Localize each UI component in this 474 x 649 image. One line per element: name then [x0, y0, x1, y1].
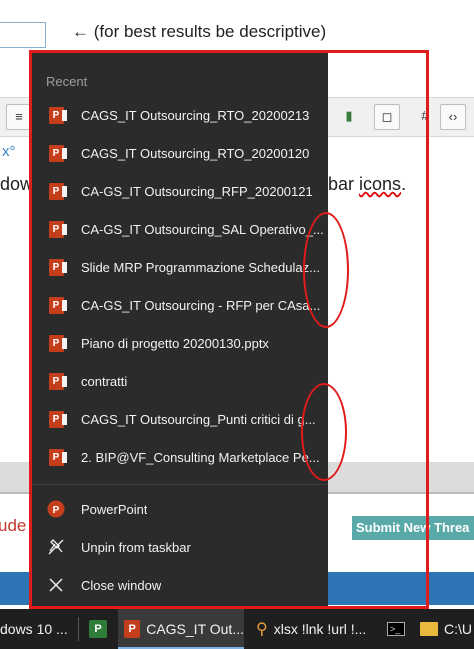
taskbar-separator — [78, 617, 79, 641]
annotation-rectangle — [29, 50, 429, 609]
annotation-ellipse — [301, 383, 347, 481]
cmd-icon: >_ — [387, 622, 405, 636]
search-icon: ⚲ — [256, 621, 268, 638]
taskbar-item-search[interactable]: ⚲ xlsx !lnk !url !... — [252, 609, 378, 649]
code-icon[interactable]: ‹› — [440, 104, 466, 130]
taskbar: dows 10 ... P P CAGS_IT Out... ⚲ xlsx !l… — [0, 609, 474, 649]
annotation-ellipse — [303, 212, 349, 328]
taskbar-item-powerpoint[interactable]: P CAGS_IT Out... — [118, 609, 244, 649]
title-input[interactable] — [0, 22, 46, 48]
include-link[interactable]: ude — [0, 516, 26, 536]
taskbar-item-explorer[interactable]: C:\U — [420, 609, 474, 649]
superscript-button[interactable]: x° — [2, 143, 16, 160]
arrow-left-icon: ← — [72, 22, 89, 41]
taskbar-item-windows[interactable]: dows 10 ... — [0, 609, 74, 649]
project-app-icon: P — [89, 620, 107, 638]
taskbar-item-label: CAGS_IT Out... — [146, 621, 244, 637]
taskbar-item-label: xlsx !lnk !url !... — [273, 621, 367, 637]
title-hint: ← (for best results be descriptive) — [72, 22, 326, 42]
taskbar-item-cmd[interactable]: >_ — [384, 609, 414, 649]
hint-text: (for best results be descriptive) — [93, 22, 327, 41]
taskbar-item-label: C:\U — [444, 621, 472, 637]
taskbar-item-project[interactable]: P — [84, 609, 112, 649]
taskbar-item-label: dows 10 ... — [0, 621, 68, 637]
powerpoint-app-icon: P — [124, 620, 141, 638]
folder-icon — [420, 622, 438, 636]
